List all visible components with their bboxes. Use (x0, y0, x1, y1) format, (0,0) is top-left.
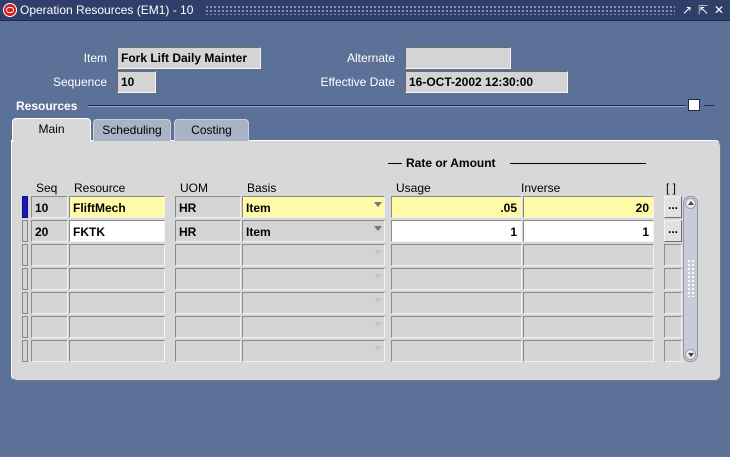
basis-select[interactable] (242, 316, 385, 338)
uom-cell[interactable]: HR (175, 220, 241, 242)
seq-cell[interactable]: 10 (31, 196, 68, 218)
seq-cell[interactable] (31, 292, 68, 314)
scroll-grip[interactable] (687, 259, 694, 297)
tab-costing[interactable]: Costing (174, 119, 249, 141)
scroll-down-icon[interactable] (685, 349, 696, 360)
row-indicator[interactable] (22, 316, 28, 338)
sequence-label: Sequence (52, 75, 107, 89)
inverse-cell[interactable]: 20 (523, 196, 654, 218)
window-title: Operation Resources (EM1) - 10 (20, 3, 194, 17)
col-seq-header: Seq (36, 181, 58, 195)
usage-cell[interactable] (391, 268, 522, 290)
basis-select[interactable] (242, 292, 385, 314)
oracle-app-icon[interactable] (3, 3, 17, 17)
resource-cell[interactable] (69, 316, 165, 338)
row-details-button[interactable] (664, 340, 682, 362)
dropdown-arrow-icon[interactable] (374, 202, 382, 207)
section-collapse-checkbox[interactable] (688, 99, 700, 111)
section-divider (88, 105, 686, 107)
seq-cell[interactable]: 20 (31, 220, 68, 242)
inverse-cell[interactable]: 1 (523, 220, 654, 242)
seq-cell[interactable] (31, 244, 68, 266)
row-indicator[interactable] (22, 292, 28, 314)
uom-cell[interactable] (175, 268, 241, 290)
close-icon[interactable]: ✕ (712, 3, 726, 17)
row-indicator[interactable] (22, 340, 28, 362)
basis-select[interactable] (242, 244, 385, 266)
row-details-button[interactable] (664, 268, 682, 290)
dropdown-arrow-icon[interactable] (374, 346, 382, 351)
dropdown-arrow-icon[interactable] (374, 226, 382, 231)
row-indicator[interactable] (22, 220, 28, 242)
inverse-cell[interactable] (523, 316, 654, 338)
section-divider-end (704, 105, 714, 106)
basis-value: Item (246, 201, 271, 215)
basis-select[interactable]: Item (242, 220, 385, 242)
resource-cell[interactable] (69, 244, 165, 266)
uom-cell[interactable] (175, 292, 241, 314)
usage-cell[interactable] (391, 316, 522, 338)
tab-main[interactable]: Main (12, 118, 91, 142)
maximize-icon[interactable]: ⇱ (696, 3, 710, 17)
seq-cell[interactable] (31, 268, 68, 290)
usage-cell[interactable]: .05 (391, 196, 522, 218)
uom-cell[interactable]: HR (175, 196, 241, 218)
resource-cell[interactable] (69, 268, 165, 290)
uom-cell[interactable] (175, 316, 241, 338)
col-basis-header: Basis (247, 181, 277, 195)
alternate-label: Alternate (346, 51, 395, 65)
row-details-button[interactable]: ... (664, 196, 682, 218)
effective-date-label: Effective Date (320, 75, 395, 89)
seq-cell[interactable] (31, 316, 68, 338)
row-indicator-current[interactable] (22, 196, 28, 218)
inverse-cell[interactable] (523, 268, 654, 290)
dropdown-arrow-icon[interactable] (374, 274, 382, 279)
resource-cell[interactable]: FliftMech (69, 196, 165, 218)
resources-section-title: Resources (16, 99, 78, 113)
title-bar-grip[interactable] (205, 5, 675, 15)
basis-select[interactable] (242, 268, 385, 290)
minimize-icon[interactable]: ↗ (680, 3, 694, 17)
row-details-button[interactable] (664, 316, 682, 338)
row-details-button[interactable] (664, 244, 682, 266)
row-details-button[interactable]: ... (664, 220, 682, 242)
item-label: Item (83, 51, 107, 65)
col-inverse-header: Inverse (521, 181, 561, 195)
resource-cell[interactable] (69, 292, 165, 314)
usage-cell[interactable] (391, 340, 522, 362)
col-usage-header: Usage (396, 181, 431, 195)
resource-cell[interactable] (69, 340, 165, 362)
col-uom-header: UOM (180, 181, 208, 195)
inverse-cell[interactable] (523, 340, 654, 362)
tab-scheduling[interactable]: Scheduling (93, 119, 171, 141)
inverse-cell[interactable] (523, 244, 654, 266)
col-flex-header: [ ] (666, 181, 677, 195)
row-indicator[interactable] (22, 268, 28, 290)
dropdown-arrow-icon[interactable] (374, 250, 382, 255)
row-indicator[interactable] (22, 244, 28, 266)
inverse-cell[interactable] (523, 292, 654, 314)
vertical-scrollbar[interactable] (683, 196, 698, 362)
usage-cell[interactable] (391, 244, 522, 266)
uom-cell[interactable] (175, 340, 241, 362)
rate-or-amount-label: Rate or Amount (406, 156, 496, 170)
scroll-up-icon[interactable] (685, 198, 696, 209)
dropdown-arrow-icon[interactable] (374, 322, 382, 327)
alternate-field[interactable] (405, 47, 511, 69)
row-details-button[interactable] (664, 292, 682, 314)
basis-select[interactable]: Item (242, 196, 385, 218)
resource-cell[interactable]: FKTK (69, 220, 165, 242)
basis-value: Item (246, 225, 271, 239)
item-field[interactable]: Fork Lift Daily Mainter (117, 47, 261, 69)
uom-cell[interactable] (175, 244, 241, 266)
col-resource-header: Resource (74, 181, 126, 195)
sequence-field[interactable]: 10 (117, 71, 156, 93)
basis-select[interactable] (242, 340, 385, 362)
usage-cell[interactable] (391, 292, 522, 314)
effective-date-field[interactable]: 16-OCT-2002 12:30:00 (405, 71, 568, 93)
seq-cell[interactable] (31, 340, 68, 362)
dropdown-arrow-icon[interactable] (374, 298, 382, 303)
usage-cell[interactable]: 1 (391, 220, 522, 242)
